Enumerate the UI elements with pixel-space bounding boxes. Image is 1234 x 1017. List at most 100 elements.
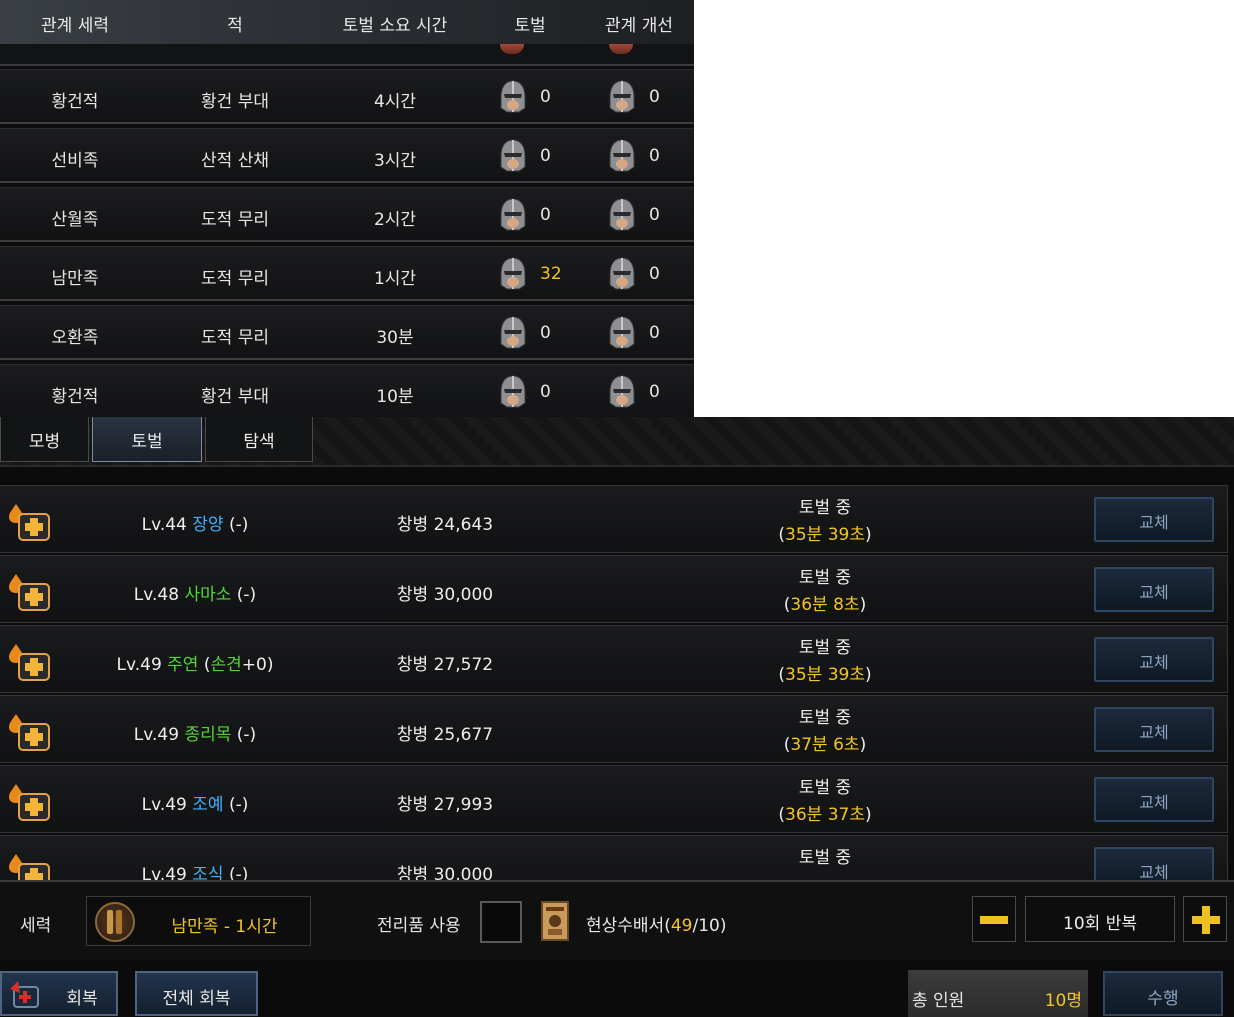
minus-button[interactable]	[972, 896, 1016, 942]
officer-name: 장양	[192, 515, 224, 535]
officer-name: 조예	[192, 795, 224, 815]
officer-level: Lv.49	[133, 725, 180, 745]
officer-level: Lv.48	[133, 585, 180, 605]
officer-suffix: (-)	[228, 865, 249, 880]
row-subjugate-count: 0	[540, 382, 551, 402]
tab-explore[interactable]: 탐색	[205, 417, 313, 462]
officer-level: Lv.49	[141, 865, 187, 880]
table-row[interactable]: 황건적 황건 부대 4시간 0 0	[0, 69, 694, 124]
officer-info: Lv.49 주연 (손견+0)	[116, 655, 274, 675]
officer-name: 사마소	[184, 585, 232, 605]
officer-troops: 창병 24,643	[396, 515, 494, 535]
table-row[interactable]: 황건적 황건 부대 10분 0 0	[0, 364, 694, 417]
wanted-current: 49	[670, 916, 693, 936]
officer-status-text: 토벌 중	[798, 498, 852, 518]
officer-suffix: (-)	[236, 585, 257, 605]
officer-name: 종리목	[184, 725, 232, 745]
table-row[interactable]: 산월족 도적 무리 2시간 0 0	[0, 187, 694, 242]
officer-timer: 36분 8초	[790, 595, 860, 615]
swap-button[interactable]: 교체	[1094, 567, 1214, 612]
row-faction: 남만족	[51, 269, 99, 289]
row-faction: 선비족	[51, 151, 99, 171]
row-enemy: 산적 산채	[201, 151, 269, 171]
total-label: 총 인원	[912, 991, 965, 1011]
officer-status: 토벌 중 (35분 39초)	[778, 498, 872, 545]
officer-status-text: 토벌 중	[798, 708, 852, 728]
execute-button[interactable]: 수행	[1103, 971, 1223, 1016]
tab-bar: 모병 토벌 탐색	[0, 417, 1234, 467]
row-subjugate-count: 0	[540, 87, 551, 107]
recover-icon	[10, 981, 39, 1008]
officer-timer: 35분 39초	[785, 665, 865, 685]
row-enemy: 황건 부대	[201, 92, 269, 112]
row-subjugate-count: 0	[540, 205, 551, 225]
officer-name: 조식	[192, 865, 224, 880]
table-row[interactable]: 선비족 산적 산채 3시간 0 0	[0, 128, 694, 183]
row-time: 10분	[376, 387, 414, 407]
officer-list: Lv.44 장양 (-) 창병 24,643 토벌 중 (35분 39초) 교체 …	[0, 485, 1234, 880]
row-relation-count: 0	[649, 146, 660, 166]
officer-row: Lv.44 장양 (-) 창병 24,643 토벌 중 (35분 39초) 교체	[0, 485, 1228, 553]
officer-suffix: (-)	[228, 515, 249, 535]
tab-recruit[interactable]: 모병	[0, 417, 89, 462]
helmet-icon	[608, 257, 636, 291]
helmet-icon	[608, 198, 636, 232]
officer-timer: 35분 39초	[785, 525, 865, 545]
total-personnel: 총 인원 10명	[908, 970, 1088, 1017]
tab-subjugate[interactable]: 토벌	[92, 417, 202, 462]
officer-row: Lv.49 조예 (-) 창병 27,993 토벌 중 (36분 37초) 교체	[0, 765, 1228, 833]
officer-status-text: 토벌 중	[798, 778, 852, 798]
officer-name: 주연	[167, 655, 199, 675]
row-faction: 산월족	[51, 210, 99, 230]
officer-status: 토벌 중	[725, 845, 925, 872]
plus-icon	[1192, 906, 1220, 934]
swap-button[interactable]: 교체	[1094, 637, 1214, 682]
plus-button[interactable]	[1183, 896, 1227, 942]
enemy-table-header: 관계 세력 적 토벌 소요 시간 토벌 관계 개선	[0, 0, 694, 44]
subjugation-panel: 모병 토벌 탐색 Lv.44 장양 (-) 창병 24,643 토벌 중 (35분…	[0, 417, 1234, 1017]
wanted-count: 현상수배서(49/10)	[586, 916, 727, 936]
table-row[interactable]: 남만족 도적 무리 1시간 32 0	[0, 246, 694, 301]
officer-level: Lv.49	[141, 795, 187, 815]
officer-status: 토벌 중 (37분 6초)	[783, 708, 867, 755]
officer-status: 토벌 중 (36분 37초)	[778, 778, 872, 825]
helmet-icon	[499, 257, 527, 291]
helmet-icon	[499, 198, 527, 232]
officer-info: Lv.49 조식 (-)	[45, 860, 345, 880]
officer-troops: 창병 30,000	[396, 585, 494, 605]
row-faction: 황건적	[51, 387, 99, 407]
swap-button[interactable]: 교체	[1094, 847, 1214, 880]
officer-level: Lv.49	[116, 655, 162, 675]
officer-status-text: 토벌 중	[798, 638, 852, 658]
booty-checkbox[interactable]	[480, 901, 522, 943]
row-time: 3시간	[373, 151, 417, 171]
officer-lord: 손견	[210, 655, 242, 675]
officer-timer: 36분 37초	[785, 805, 865, 825]
officer-troops: 창병 30,000	[396, 865, 494, 880]
officer-info: Lv.49 종리목 (-)	[45, 720, 345, 745]
officer-info: Lv.48 사마소 (-)	[45, 580, 345, 605]
recover-button[interactable]: 회복	[0, 971, 118, 1016]
force-value: 남만족 - 1시간	[171, 917, 278, 937]
repeat-count: 10회 반복	[1025, 896, 1175, 942]
recover-label: 회복	[66, 989, 98, 1009]
row-subjugate-count: 32	[540, 264, 562, 284]
row-faction: 오환족	[51, 328, 99, 348]
recover-all-button[interactable]: 전체 회복	[135, 971, 258, 1016]
row-enemy: 황건 부대	[201, 387, 269, 407]
swap-button[interactable]: 교체	[1094, 777, 1214, 822]
officer-row: Lv.49 종리목 (-) 창병 25,677 토벌 중 (37분 6초) 교체	[0, 695, 1228, 763]
header-enemy: 적	[227, 16, 243, 36]
table-row[interactable]: 오환족 도적 무리 30분 0 0	[0, 305, 694, 360]
swap-button[interactable]: 교체	[1094, 707, 1214, 752]
helmet-icon	[499, 375, 527, 409]
helmet-icon	[499, 139, 527, 173]
row-relation-count: 0	[649, 264, 660, 284]
helmet-icon	[608, 139, 636, 173]
row-relation-count: 0	[649, 87, 660, 107]
force-emblem-icon	[95, 902, 135, 942]
action-bar: 회복 전체 회복 총 인원 10명 수행	[0, 960, 1234, 1017]
force-selector[interactable]: 남만족 - 1시간	[86, 896, 311, 946]
swap-button[interactable]: 교체	[1094, 497, 1214, 542]
settings-bar: 세력 남만족 - 1시간 전리품 사용 현상수배서(49/10) 10회 반복	[0, 880, 1234, 960]
